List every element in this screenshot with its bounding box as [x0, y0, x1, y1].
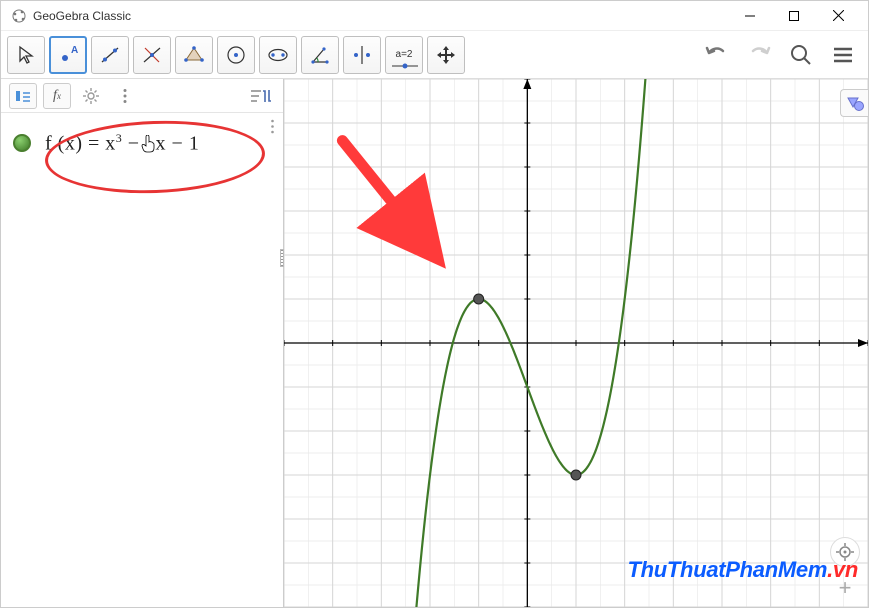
search-button[interactable] [782, 36, 820, 74]
tool-perpendicular[interactable] [133, 36, 171, 74]
formula-prefix: f (x) = x [45, 133, 116, 155]
style-bar-toggle[interactable] [840, 89, 868, 117]
undo-button[interactable] [698, 36, 736, 74]
tool-line[interactable] [91, 36, 129, 74]
settings-gear[interactable] [77, 83, 105, 109]
watermark-blue: ThuThuatPhanMem [628, 557, 828, 582]
graphics-canvas[interactable] [284, 79, 868, 607]
tool-circle[interactable] [217, 36, 255, 74]
app-icon [11, 8, 27, 24]
close-button[interactable] [816, 2, 860, 30]
redo-button[interactable] [740, 36, 778, 74]
watermark-red: .vn [827, 557, 858, 582]
formula-suffix: x − 1 [156, 133, 200, 155]
menu-button[interactable] [824, 36, 862, 74]
tool-slider[interactable]: a=2 [385, 36, 423, 74]
algebra-view-toggle[interactable] [9, 83, 37, 109]
algebra-input-row[interactable]: f (x) = x3 − x − 1 [1, 113, 283, 170]
main-toolbar: A a=2 [1, 31, 868, 79]
minimize-button[interactable] [728, 2, 772, 30]
tool-move[interactable] [7, 36, 45, 74]
algebra-toolbar: fx [1, 79, 283, 113]
window-controls [728, 2, 860, 30]
row-menu[interactable] [270, 119, 275, 134]
tool-ellipse[interactable] [259, 36, 297, 74]
tool-point[interactable]: A [49, 36, 87, 74]
algebra-view: fx f (x) = x3 − x − 1 [1, 79, 284, 607]
tool-angle[interactable] [301, 36, 339, 74]
tool-reflect[interactable] [343, 36, 381, 74]
tool-polygon[interactable] [175, 36, 213, 74]
fx-button[interactable]: fx [43, 83, 71, 109]
maximize-button[interactable] [772, 2, 816, 30]
tool-move-view[interactable] [427, 36, 465, 74]
window-title: GeoGebra Classic [33, 9, 728, 23]
slider-label: a=2 [396, 49, 413, 60]
sort-button[interactable] [247, 83, 275, 109]
annotation-circle [44, 117, 266, 197]
formula-mid: − [122, 133, 139, 155]
graphics-view[interactable]: + ThuThuatPhanMem.vn [284, 79, 868, 607]
formula-display[interactable]: f (x) = x3 − x − 1 [45, 131, 199, 156]
content-area: fx f (x) = x3 − x − 1 [1, 79, 868, 607]
watermark: ThuThuatPhanMem.vn [628, 557, 859, 583]
svg-text:A: A [71, 45, 78, 56]
titlebar: GeoGebra Classic [1, 1, 868, 31]
visibility-toggle[interactable] [13, 134, 31, 152]
hand-cursor-icon [140, 135, 156, 153]
more-button[interactable] [111, 83, 139, 109]
